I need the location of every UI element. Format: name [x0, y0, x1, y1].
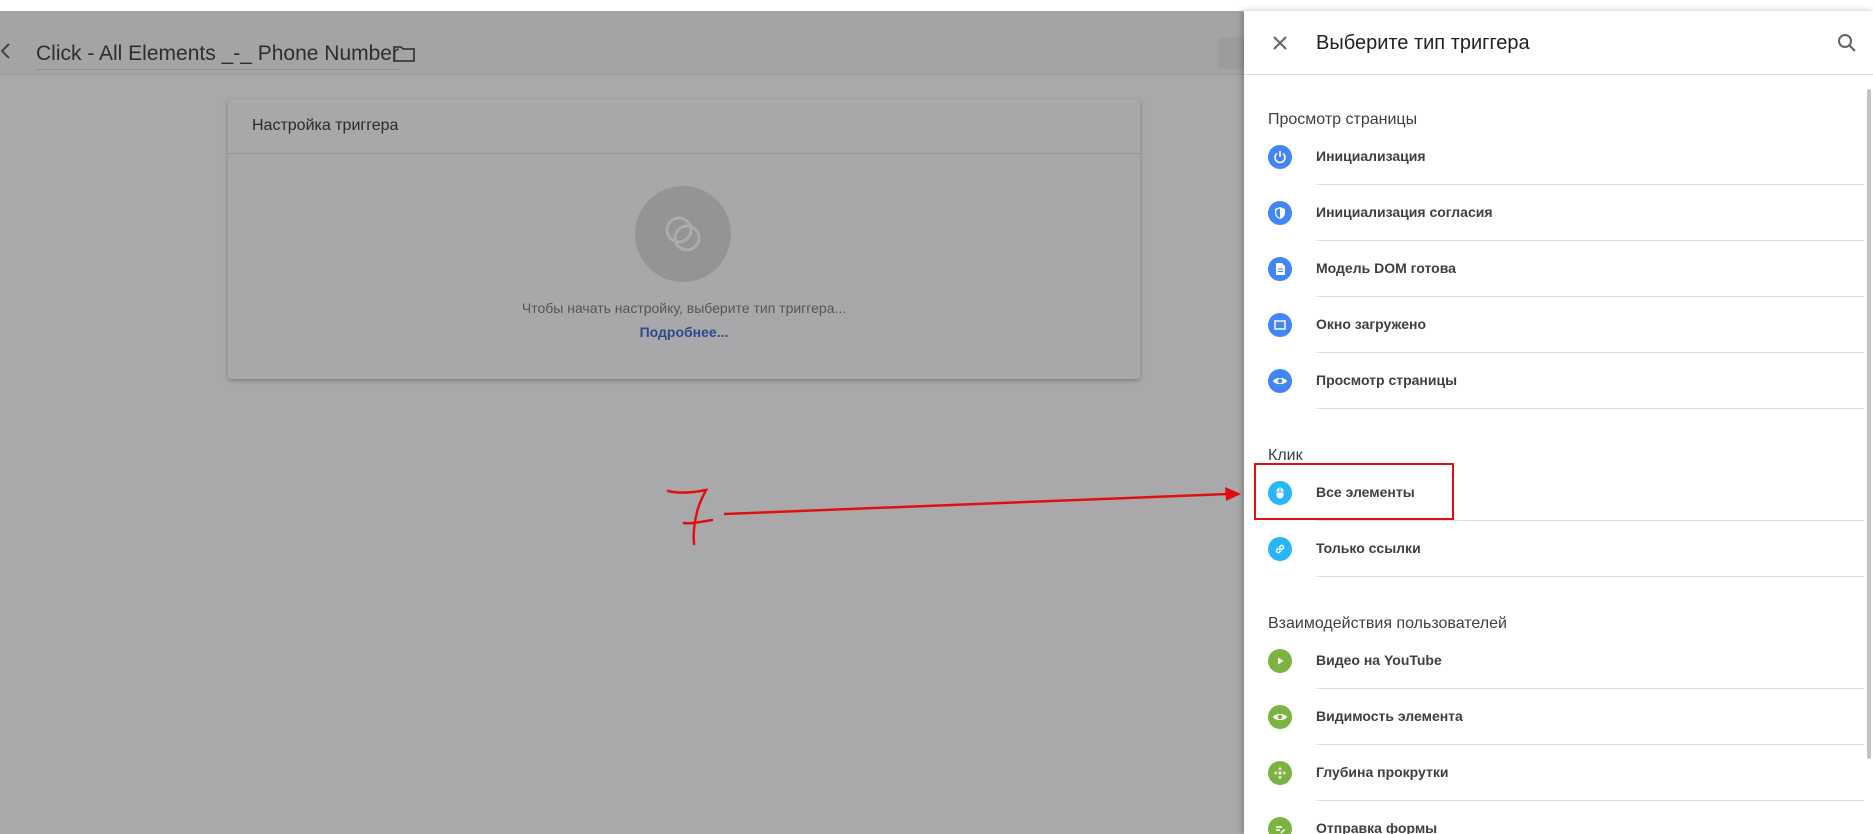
divider: [1316, 576, 1864, 577]
section-title-user-engagement: Взаимодействия пользователей: [1268, 615, 1507, 632]
trigger-item-scroll-depth[interactable]: Глубина прокрутки: [1244, 745, 1864, 801]
form-icon: [1268, 817, 1292, 834]
shield-icon: [1268, 201, 1292, 225]
play-icon: [1268, 649, 1292, 673]
trigger-item-initialization[interactable]: Инициализация: [1244, 129, 1864, 185]
annotation-number-7: [666, 488, 714, 546]
link-icon: [1268, 537, 1292, 561]
trigger-item-label: Инициализация согласия: [1316, 204, 1493, 220]
learn-more-link[interactable]: Подробнее...: [228, 324, 1140, 340]
move-arrows-icon: [1268, 761, 1292, 785]
save-button[interactable]: [1218, 37, 1244, 69]
close-icon[interactable]: [1268, 31, 1292, 55]
section-title-click: Клик: [1268, 447, 1303, 464]
trigger-list: Просмотр страницы Инициализация Инициали…: [1244, 75, 1864, 834]
document-icon: [1268, 257, 1292, 281]
trigger-item-label: Отправка формы: [1316, 820, 1438, 834]
trigger-item-label: Все элементы: [1316, 484, 1415, 500]
trigger-item-page-view[interactable]: Просмотр страницы: [1244, 353, 1864, 409]
trigger-item-window-loaded[interactable]: Окно загружено: [1244, 297, 1864, 353]
trigger-item-label: Только ссылки: [1316, 540, 1421, 556]
trigger-item-form-submission[interactable]: Отправка формы: [1244, 801, 1864, 834]
panel-header: Выберите тип триггера: [1244, 11, 1873, 75]
back-chevron-icon[interactable]: [0, 41, 12, 61]
trigger-item-label: Просмотр страницы: [1316, 372, 1458, 388]
editor-header: Click - All Elements _-_ Phone Number: [0, 11, 1244, 75]
card-title: Настройка триггера: [228, 99, 1140, 154]
trigger-item-consent-initialization[interactable]: Инициализация согласия: [1244, 185, 1864, 241]
folder-icon[interactable]: [393, 44, 415, 62]
trigger-item-dom-ready[interactable]: Модель DOM готова: [1244, 241, 1864, 297]
trigger-item-element-visibility[interactable]: Видимость элемента: [1244, 689, 1864, 745]
trigger-item-label: Видео на YouTube: [1316, 652, 1442, 668]
trigger-item-label: Окно загружено: [1316, 316, 1427, 332]
editor-title[interactable]: Click - All Elements _-_ Phone Number: [36, 42, 399, 70]
window-icon: [1268, 313, 1292, 337]
eye-icon: [1268, 369, 1292, 393]
trigger-type-panel: Выберите тип триггера Просмотр страницы …: [1244, 11, 1873, 834]
power-icon: [1268, 145, 1292, 169]
panel-scrollbar[interactable]: [1867, 89, 1871, 759]
section-title-pageview: Просмотр страницы: [1268, 111, 1418, 128]
search-icon[interactable]: [1835, 31, 1859, 55]
trigger-item-just-links[interactable]: Только ссылки: [1244, 521, 1864, 577]
trigger-item-label: Видимость элемента: [1316, 708, 1463, 724]
trigger-item-label: Модель DOM готова: [1316, 260, 1456, 276]
eye-icon: [1268, 705, 1292, 729]
annotation-arrow: [723, 487, 1241, 516]
panel-title: Выберите тип триггера: [1316, 32, 1530, 54]
trigger-item-all-elements[interactable]: Все элементы: [1244, 465, 1864, 521]
mouse-icon: [1268, 481, 1292, 505]
card-hint: Чтобы начать настройку, выберите тип три…: [521, 300, 847, 316]
trigger-item-youtube-video[interactable]: Видео на YouTube: [1244, 633, 1864, 689]
trigger-item-label: Глубина прокрутки: [1316, 764, 1449, 780]
trigger-item-label: Инициализация: [1316, 148, 1426, 164]
divider: [1316, 408, 1864, 409]
trigger-config-card[interactable]: Настройка триггера Чтобы начать настройк…: [228, 99, 1140, 379]
trigger-placeholder-icon[interactable]: [635, 186, 731, 282]
browser-top-strip: [0, 0, 1873, 11]
